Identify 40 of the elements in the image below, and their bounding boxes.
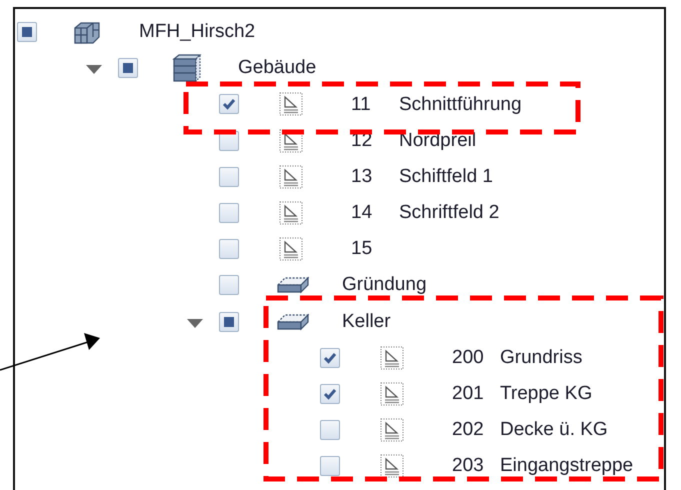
plan-number: 201: [452, 384, 485, 404]
checkbox[interactable]: [320, 384, 340, 404]
tree-item-label[interactable]: MFH_Hirsch2: [139, 22, 256, 42]
caret-icon[interactable]: [187, 318, 203, 328]
tree-item-label[interactable]: Treppe KG: [500, 384, 592, 404]
plan-number: 14: [351, 203, 374, 223]
checkbox[interactable]: [219, 275, 239, 296]
plan-number: 203: [452, 456, 485, 476]
checkbox[interactable]: [320, 348, 340, 368]
tree-item-label[interactable]: Decke ü. KG: [500, 420, 608, 440]
checkbox[interactable]: [219, 312, 239, 332]
tree-item-label[interactable]: Grundriss: [500, 348, 582, 368]
checkbox[interactable]: [219, 166, 239, 187]
check-icon: [323, 352, 337, 364]
checkbox[interactable]: [118, 58, 138, 78]
caret-icon[interactable]: [86, 65, 102, 76]
check-icon: [222, 98, 236, 110]
tree-item-label[interactable]: Schriftfeld 2: [399, 203, 500, 223]
checkbox[interactable]: [219, 94, 239, 114]
plan-number: 11: [351, 94, 372, 114]
tree-item-label[interactable]: Gründung: [342, 275, 427, 296]
checkbox[interactable]: [320, 456, 340, 476]
tree-item-label[interactable]: Gebäude: [238, 58, 316, 78]
plan-number: 15: [351, 239, 374, 260]
slab-icon: [277, 312, 309, 331]
checkbox[interactable]: [219, 203, 239, 224]
slab-icon: [277, 276, 309, 294]
checkbox[interactable]: [320, 420, 340, 440]
stack-icon: [172, 53, 202, 84]
plan-number: 202: [452, 420, 485, 440]
tree-item-label[interactable]: Schnittführung: [399, 94, 522, 114]
tree-item-label[interactable]: Schiftfeld 1: [399, 166, 493, 187]
plan-number: 200: [452, 348, 485, 368]
checkbox[interactable]: [17, 22, 37, 42]
plan-number: 13: [351, 166, 374, 187]
check-icon: [323, 388, 337, 400]
tree-item-label[interactable]: Keller: [342, 312, 391, 332]
tree-item-label[interactable]: Eingangstreppe: [500, 456, 634, 476]
checkbox[interactable]: [219, 239, 239, 260]
tree-item-label[interactable]: Nordpreil: [399, 130, 476, 151]
